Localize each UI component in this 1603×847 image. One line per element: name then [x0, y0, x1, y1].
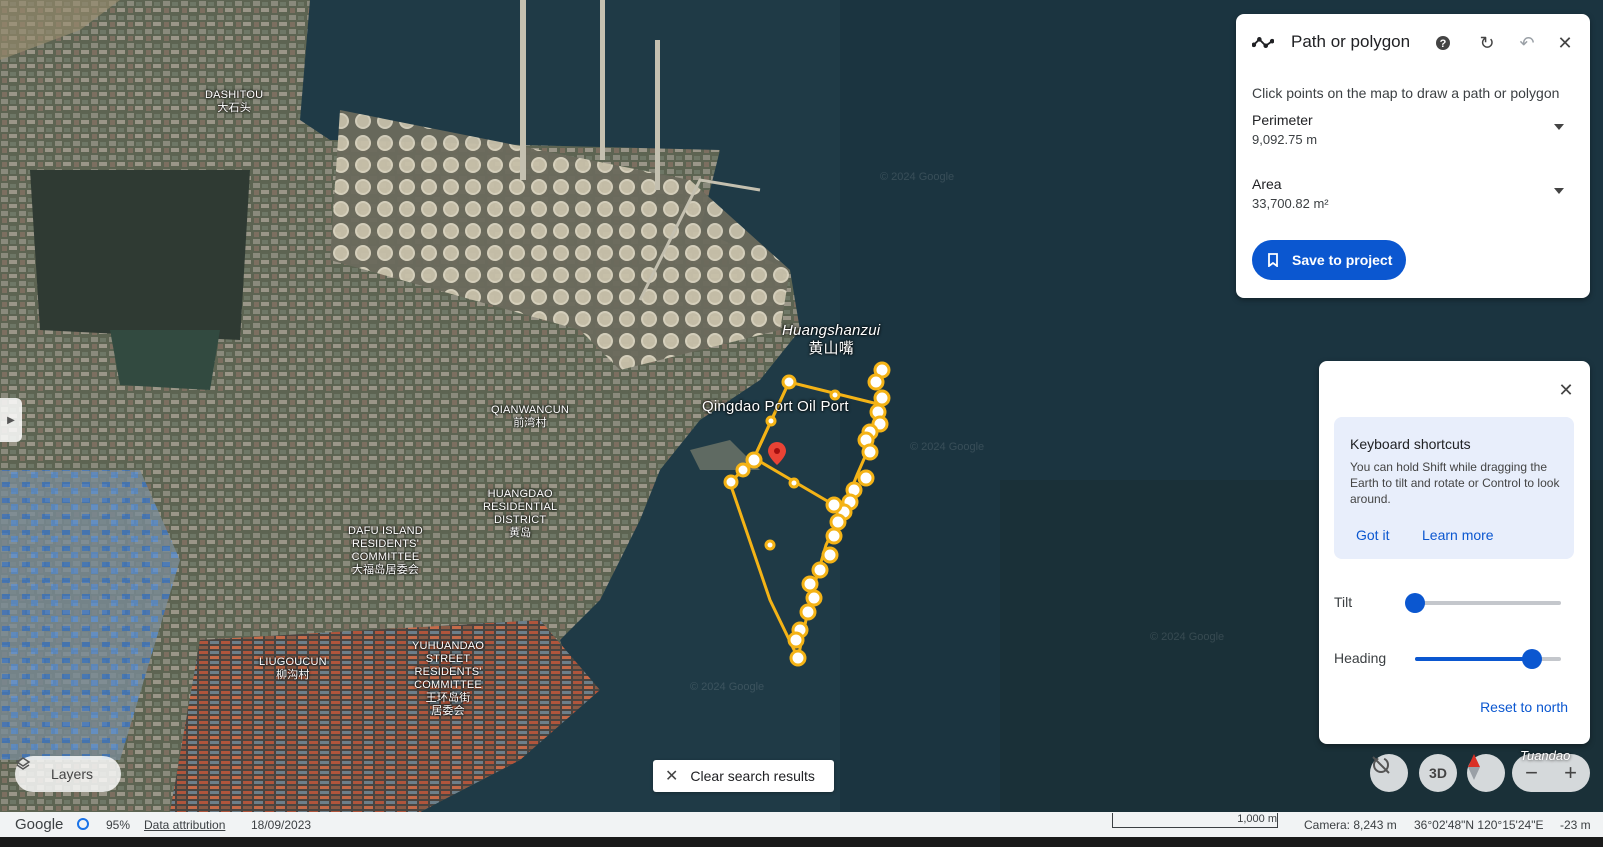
undo-icon[interactable]: ↶: [1516, 32, 1538, 54]
help-icon[interactable]: ?: [1432, 32, 1454, 54]
keyboard-shortcuts-text: You can hold Shift while dragging the Ea…: [1350, 460, 1560, 506]
place-label-qianwancun: QIANWANCUN 前湾村: [491, 404, 569, 429]
3d-toggle-button[interactable]: 3D: [1419, 754, 1457, 792]
heading-slider-fill: [1415, 657, 1532, 661]
elevation: -23 m: [1560, 818, 1591, 832]
compass-button[interactable]: [1467, 754, 1505, 792]
sidebar-expand-button[interactable]: ▶: [0, 398, 22, 442]
zoom-out-button[interactable]: −: [1525, 760, 1538, 786]
clear-search-label: Clear search results: [690, 768, 815, 784]
measure-title: Path or polygon: [1291, 32, 1411, 51]
watermark: © 2024 Google: [1150, 631, 1224, 643]
perimeter-value: 9,092.75 m: [1252, 132, 1318, 147]
poi-label-oil-port[interactable]: Qingdao Port Oil Port: [702, 398, 849, 416]
save-label: Save to project: [1292, 252, 1393, 268]
watermark: © 2024 Google: [880, 171, 954, 183]
learn-more-link[interactable]: Learn more: [1422, 527, 1494, 543]
layers-button[interactable]: Layers: [15, 756, 121, 792]
area-label: Area: [1252, 176, 1282, 192]
scale-bar: 1,000 m: [1112, 813, 1278, 828]
place-label-huangdao: HUANGDAO RESIDENTIAL DISTRICT 黄岛: [483, 488, 558, 539]
perimeter-row[interactable]: Perimeter 9,092.75 m: [1252, 112, 1572, 158]
loading-icon: [76, 817, 90, 834]
google-logo: Google: [15, 816, 64, 833]
close-icon[interactable]: ✕: [1554, 32, 1576, 54]
keyboard-shortcuts-title: Keyboard shortcuts: [1350, 436, 1471, 452]
place-label-dafu-island: DAFU ISLAND RESIDENTS' COMMITTEE 大福岛居委会: [348, 525, 423, 576]
zoom-in-button[interactable]: +: [1564, 760, 1577, 786]
tilt-slider[interactable]: [1415, 601, 1561, 605]
refresh-icon[interactable]: ↻: [1476, 32, 1498, 54]
tilt-label: Tilt: [1334, 594, 1353, 610]
layers-label: Layers: [50, 766, 94, 782]
svg-text:?: ?: [1440, 38, 1447, 50]
place-label-tuandao: Tuandao: [1520, 748, 1571, 763]
bookmark-icon: [1268, 253, 1278, 268]
measure-header: Path or polygon ? ↻ ↶ ✕: [1236, 14, 1590, 70]
heading-label: Heading: [1334, 650, 1387, 666]
close-icon[interactable]: ✕: [1555, 379, 1577, 401]
rotate-toggle-button[interactable]: [1370, 754, 1408, 792]
watermark: © 2024 Google: [910, 441, 984, 453]
heading-slider-thumb[interactable]: [1521, 649, 1542, 669]
status-bar: Google 95% Data attribution 18/09/2023 1…: [0, 812, 1603, 837]
tilt-slider-thumb[interactable]: [1405, 593, 1425, 613]
scale-label: 1,000 m: [1237, 813, 1277, 825]
place-label-huangshanzui: Huangshanzui 黄山嘴: [782, 322, 881, 357]
coordinates: 36°02'48"N 120°15'24"E: [1414, 818, 1544, 832]
area-value: 33,700.82 m²: [1252, 196, 1329, 211]
keyboard-shortcuts-card: Keyboard shortcuts You can hold Shift wh…: [1334, 417, 1574, 559]
place-label-yuhuandao: YUHUANDAO STREET RESIDENTS' COMMITTEE 王环岛街 居委…: [412, 640, 485, 717]
navigation-panel: ✕ Keyboard shortcuts You can hold Shift …: [1319, 361, 1590, 744]
watermark: © 2024 Google: [690, 681, 764, 693]
load-percent: 95%: [106, 818, 131, 832]
chevron-down-icon[interactable]: [1554, 188, 1564, 194]
chevron-right-icon: ▶: [7, 414, 15, 426]
place-label-dashitou: DASHITOU 大石头: [205, 89, 264, 114]
close-icon: ✕: [665, 768, 679, 785]
reset-to-north-button[interactable]: Reset to north: [1480, 699, 1568, 715]
perimeter-label: Perimeter: [1252, 112, 1313, 128]
taskbar-strip: [0, 837, 1603, 847]
place-label-liugoucun: LIUGOUCUN 柳沟村: [259, 656, 327, 681]
camera-altitude: Camera: 8,243 m: [1304, 818, 1397, 832]
save-to-project-button[interactable]: Save to project: [1252, 240, 1406, 280]
path-measure-icon: [1252, 32, 1274, 54]
imagery-date: 18/09/2023: [251, 818, 312, 832]
data-attribution-link[interactable]: Data attribution: [144, 818, 225, 832]
chevron-down-icon[interactable]: [1554, 124, 1564, 130]
measure-panel: Path or polygon ? ↻ ↶ ✕ Click points on …: [1236, 14, 1590, 298]
clear-search-results-button[interactable]: ✕ Clear search results: [653, 760, 834, 792]
got-it-button[interactable]: Got it: [1356, 527, 1389, 543]
measure-hint: Click points on the map to draw a path o…: [1252, 85, 1560, 101]
area-row[interactable]: Area 33,700.82 m²: [1252, 176, 1572, 222]
